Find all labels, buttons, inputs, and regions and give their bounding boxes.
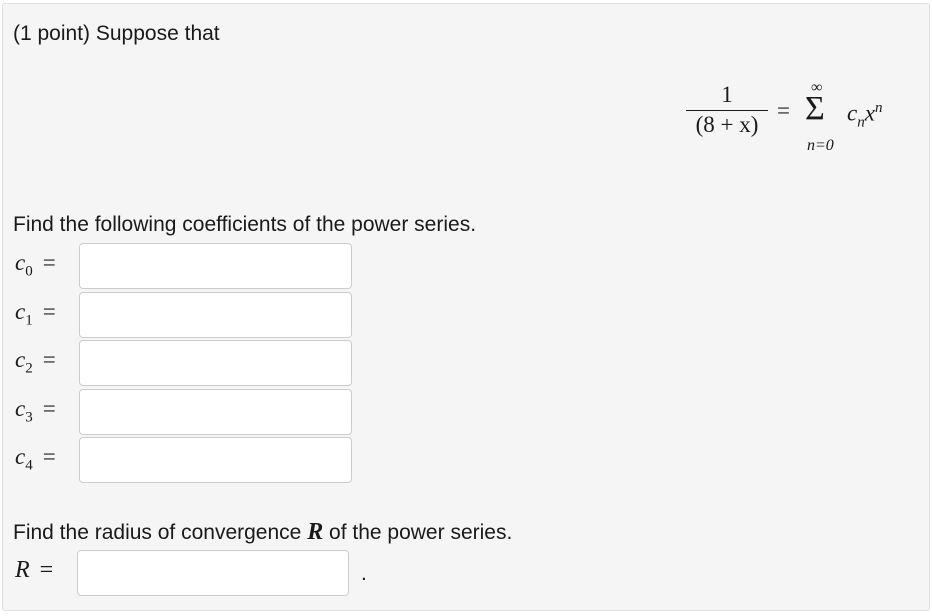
coefficient-label-c1: c1 =: [15, 299, 56, 330]
coefficient-letter: c: [15, 250, 26, 275]
sum-lower-limit: n=0: [807, 137, 834, 154]
summand-exponent: n: [874, 100, 883, 116]
problem-intro: (1 point) Suppose that: [13, 22, 220, 45]
fraction: 1 (8 + x): [684, 80, 770, 139]
answer-input-c4[interactable]: [79, 437, 352, 483]
coefficient-equals: =: [42, 396, 56, 421]
coefficient-index: 4: [25, 457, 33, 474]
radius-prompt-before: Find the radius of convergence: [13, 521, 308, 544]
coefficient-equals: =: [42, 250, 56, 275]
radius-equals: =: [39, 557, 54, 583]
coefficient-letter: c: [15, 347, 26, 372]
coefficient-equals: =: [42, 299, 56, 324]
coefficient-index: 2: [25, 360, 33, 377]
summand-variable: x: [864, 100, 875, 126]
coefficient-label-c0: c0 =: [15, 250, 56, 281]
sigma-symbol: Σ: [805, 90, 825, 127]
radius-prompt-after: of the power series.: [323, 521, 513, 544]
fraction-numerator: 1: [721, 82, 733, 107]
coefficient-letter: c: [15, 396, 26, 421]
radius-prompt: Find the radius of convergence R of the …: [13, 519, 512, 546]
answer-input-c1[interactable]: [79, 292, 352, 338]
fraction-denominator: (8 + x): [695, 112, 759, 137]
coefficients-prompt: Find the following coefficients of the p…: [13, 213, 477, 236]
coefficient-equals: =: [42, 347, 56, 372]
coefficient-letter: c: [15, 444, 26, 469]
coefficient-letter: c: [15, 299, 26, 324]
summand: cnxn: [847, 100, 882, 131]
coefficient-label-c2: c2 =: [15, 347, 56, 378]
coefficient-label-c4: c4 =: [15, 444, 56, 475]
equals-sign: =: [777, 98, 790, 123]
radius-label: R =: [15, 557, 53, 584]
answer-input-c0[interactable]: [79, 243, 352, 289]
coefficient-index: 0: [25, 263, 33, 280]
summand-subscript: n: [857, 114, 865, 131]
answer-input-c3[interactable]: [79, 389, 352, 435]
answer-input-c2[interactable]: [79, 340, 352, 386]
coefficient-equals: =: [42, 444, 56, 469]
radius-input[interactable]: [77, 550, 349, 596]
trailing-period: .: [361, 562, 367, 585]
coefficient-index: 3: [25, 409, 33, 426]
summand-base: c: [847, 100, 858, 126]
radius-symbol: R: [307, 519, 324, 545]
coefficient-index: 1: [25, 312, 33, 329]
radius-letter: R: [15, 557, 30, 583]
coefficient-label-c3: c3 =: [15, 396, 56, 427]
series-equation: 1 (8 + x) = ∞ Σ n=0 cnxn: [684, 80, 914, 160]
